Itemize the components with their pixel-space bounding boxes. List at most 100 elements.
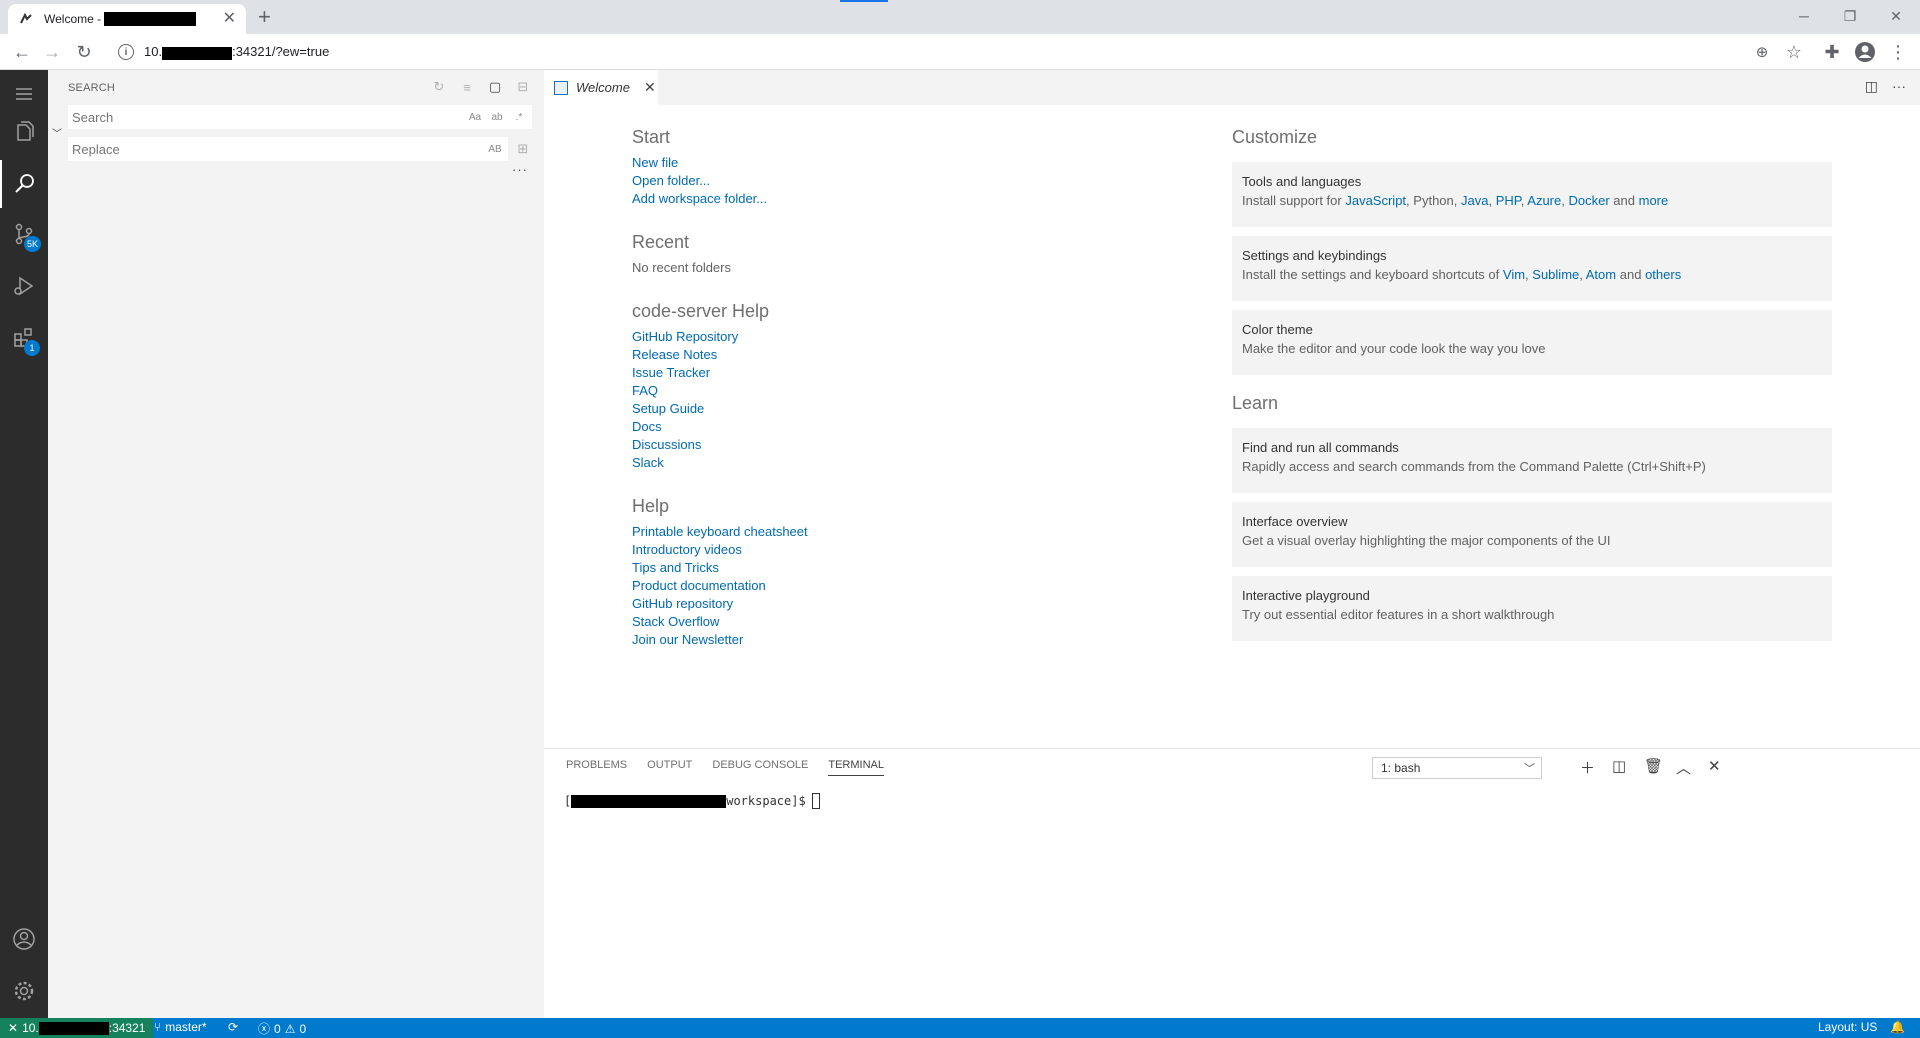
extensions-icon[interactable]: 1 bbox=[0, 314, 48, 362]
replace-input[interactable]: Replace AB bbox=[68, 137, 508, 161]
refresh-icon[interactable]: ↻ bbox=[430, 78, 448, 96]
forward-arrow-icon[interactable]: → bbox=[40, 40, 64, 64]
newsletter-link[interactable]: Join our Newsletter bbox=[632, 631, 1132, 649]
panel-tabs: PROBLEMS OUTPUT DEBUG CONSOLE TERMINAL bbox=[566, 759, 884, 776]
clear-results-icon[interactable]: ≡ bbox=[458, 78, 476, 96]
start-section: Start New file Open folder... Add worksp… bbox=[632, 127, 1132, 208]
profile-avatar-icon[interactable] bbox=[1853, 40, 1877, 64]
extensions-puzzle-icon[interactable]: ✚ bbox=[1820, 40, 1844, 64]
more-link[interactable]: more bbox=[1639, 193, 1669, 208]
branch-item[interactable]: ⑂ master* bbox=[154, 1020, 207, 1034]
stack-overflow-link[interactable]: Stack Overflow bbox=[632, 613, 1132, 631]
maximize-panel-icon[interactable]: ︿ bbox=[1676, 757, 1691, 778]
sublime-link[interactable]: Sublime bbox=[1532, 267, 1579, 282]
new-terminal-icon[interactable]: ＋ bbox=[1580, 757, 1595, 778]
terminal-select[interactable]: 1: bash ﹀ bbox=[1372, 757, 1542, 779]
more-actions-icon[interactable]: ··· bbox=[1892, 78, 1906, 95]
tab-terminal[interactable]: TERMINAL bbox=[828, 759, 884, 776]
interactive-playground-card[interactable]: Interactive playground Try out essential… bbox=[1232, 576, 1832, 641]
tab-output[interactable]: OUTPUT bbox=[647, 759, 692, 776]
php-link[interactable]: PHP bbox=[1496, 193, 1521, 208]
setup-guide-link[interactable]: Setup Guide bbox=[632, 400, 1132, 418]
search-input[interactable]: Search Aa ab .* bbox=[68, 105, 532, 129]
github-repository-link[interactable]: GitHub Repository bbox=[632, 328, 1132, 346]
run-debug-icon[interactable] bbox=[0, 262, 48, 310]
sync-icon[interactable]: ⟳ bbox=[228, 1020, 238, 1034]
accounts-icon[interactable] bbox=[0, 915, 48, 963]
java-link[interactable]: Java bbox=[1461, 193, 1488, 208]
discussions-link[interactable]: Discussions bbox=[632, 436, 1132, 454]
explorer-files-icon[interactable] bbox=[0, 108, 48, 156]
replace-all-icon[interactable]: ⊞ bbox=[514, 140, 532, 158]
problems-item[interactable]: ⓧ 0 ⚠ 0 bbox=[258, 1020, 306, 1037]
split-editor-icon[interactable]: ◫ bbox=[1865, 78, 1878, 95]
new-search-editor-icon[interactable]: ▢ bbox=[486, 78, 504, 96]
preserve-case-icon[interactable]: AB bbox=[486, 140, 504, 158]
bell-icon[interactable]: 🔔 bbox=[1890, 1020, 1905, 1034]
javascript-link[interactable]: JavaScript bbox=[1345, 193, 1406, 208]
browser-tab-welcome[interactable]: Welcome - ✕ bbox=[8, 4, 246, 34]
toggle-details-icon[interactable]: ··· bbox=[512, 162, 528, 177]
site-info-icon[interactable]: i bbox=[118, 44, 134, 60]
remote-indicator[interactable]: ✕ 10.:34321 bbox=[0, 1018, 154, 1038]
open-folder-link[interactable]: Open folder... bbox=[632, 172, 1132, 190]
whole-word-icon[interactable]: ab bbox=[488, 108, 506, 126]
trash-icon[interactable]: 🗑 bbox=[1644, 757, 1663, 775]
docs-link[interactable]: Docs bbox=[632, 418, 1132, 436]
find-run-commands-card[interactable]: Find and run all commands Rapidly access… bbox=[1232, 428, 1832, 493]
release-notes-link[interactable]: Release Notes bbox=[632, 346, 1132, 364]
tab-problems[interactable]: PROBLEMS bbox=[566, 759, 627, 776]
minimize-button[interactable]: ─ bbox=[1781, 2, 1827, 30]
settings-keybindings-card[interactable]: Settings and keybindings Install the set… bbox=[1232, 236, 1832, 301]
window-close-button[interactable]: ✕ bbox=[1873, 2, 1919, 30]
faq-link[interactable]: FAQ bbox=[632, 382, 1132, 400]
install-app-icon[interactable]: ⊕ bbox=[1750, 40, 1774, 64]
loading-indicator bbox=[840, 0, 888, 2]
source-control-icon[interactable]: 5K bbox=[0, 210, 48, 258]
recent-section: Recent No recent folders bbox=[632, 232, 1132, 277]
introductory-videos-link[interactable]: Introductory videos bbox=[632, 541, 1132, 559]
close-icon[interactable]: ✕ bbox=[644, 79, 656, 96]
toggle-replace-chevron-icon[interactable]: ﹀ bbox=[52, 125, 62, 140]
azure-link[interactable]: Azure bbox=[1527, 193, 1561, 208]
atom-link[interactable]: Atom bbox=[1586, 267, 1616, 282]
vim-link[interactable]: Vim bbox=[1503, 267, 1525, 282]
terminal-cursor bbox=[811, 793, 820, 809]
restore-button[interactable]: ❐ bbox=[1827, 2, 1873, 30]
keyboard-cheatsheet-link[interactable]: Printable keyboard cheatsheet bbox=[632, 523, 1132, 541]
issue-tracker-link[interactable]: Issue Tracker bbox=[632, 364, 1132, 382]
reload-icon[interactable]: ↻ bbox=[72, 40, 96, 64]
back-arrow-icon[interactable]: ← bbox=[10, 40, 34, 64]
tools-languages-card[interactable]: Tools and languages Install support for … bbox=[1232, 162, 1832, 227]
others-link[interactable]: others bbox=[1645, 267, 1681, 282]
terminal-output[interactable]: [workspace]$ bbox=[564, 793, 820, 809]
tips-and-tricks-link[interactable]: Tips and Tricks bbox=[632, 559, 1132, 577]
card-title: Interactive playground bbox=[1242, 588, 1370, 603]
python-text[interactable]: Python bbox=[1413, 193, 1453, 208]
add-workspace-folder-link[interactable]: Add workspace folder... bbox=[632, 190, 1132, 208]
new-file-link[interactable]: New file bbox=[632, 154, 1132, 172]
gear-icon[interactable] bbox=[0, 967, 48, 1015]
color-theme-card[interactable]: Color theme Make the editor and your cod… bbox=[1232, 310, 1832, 375]
match-case-icon[interactable]: Aa bbox=[466, 108, 484, 126]
tab-close-icon[interactable]: ✕ bbox=[223, 10, 236, 28]
address-bar[interactable]: i 10.:34321/?ew=true bbox=[110, 39, 1790, 65]
no-recent-folders-text: No recent folders bbox=[632, 260, 731, 275]
split-terminal-icon[interactable]: ◫ bbox=[1612, 757, 1626, 775]
docker-link[interactable]: Docker bbox=[1568, 193, 1609, 208]
new-tab-button[interactable]: + bbox=[258, 5, 271, 29]
close-panel-icon[interactable]: ✕ bbox=[1708, 757, 1721, 775]
github-repo-link[interactable]: GitHub repository bbox=[632, 595, 1132, 613]
slack-link[interactable]: Slack bbox=[632, 454, 1132, 472]
product-documentation-link[interactable]: Product documentation bbox=[632, 577, 1132, 595]
regex-icon[interactable]: .* bbox=[510, 108, 528, 126]
bookmark-star-icon[interactable]: ☆ bbox=[1782, 40, 1806, 64]
tab-welcome[interactable]: Welcome ✕ bbox=[544, 70, 658, 105]
search-icon[interactable] bbox=[0, 160, 48, 208]
tab-debug-console[interactable]: DEBUG CONSOLE bbox=[712, 759, 808, 776]
collapse-all-icon[interactable]: ⊟ bbox=[514, 78, 532, 96]
replace-placeholder: Replace bbox=[72, 141, 120, 157]
interface-overview-card[interactable]: Interface overview Get a visual overlay … bbox=[1232, 502, 1832, 567]
browser-menu-icon[interactable]: ⋮ bbox=[1886, 40, 1910, 64]
keyboard-layout-item[interactable]: Layout: US bbox=[1818, 1020, 1877, 1034]
